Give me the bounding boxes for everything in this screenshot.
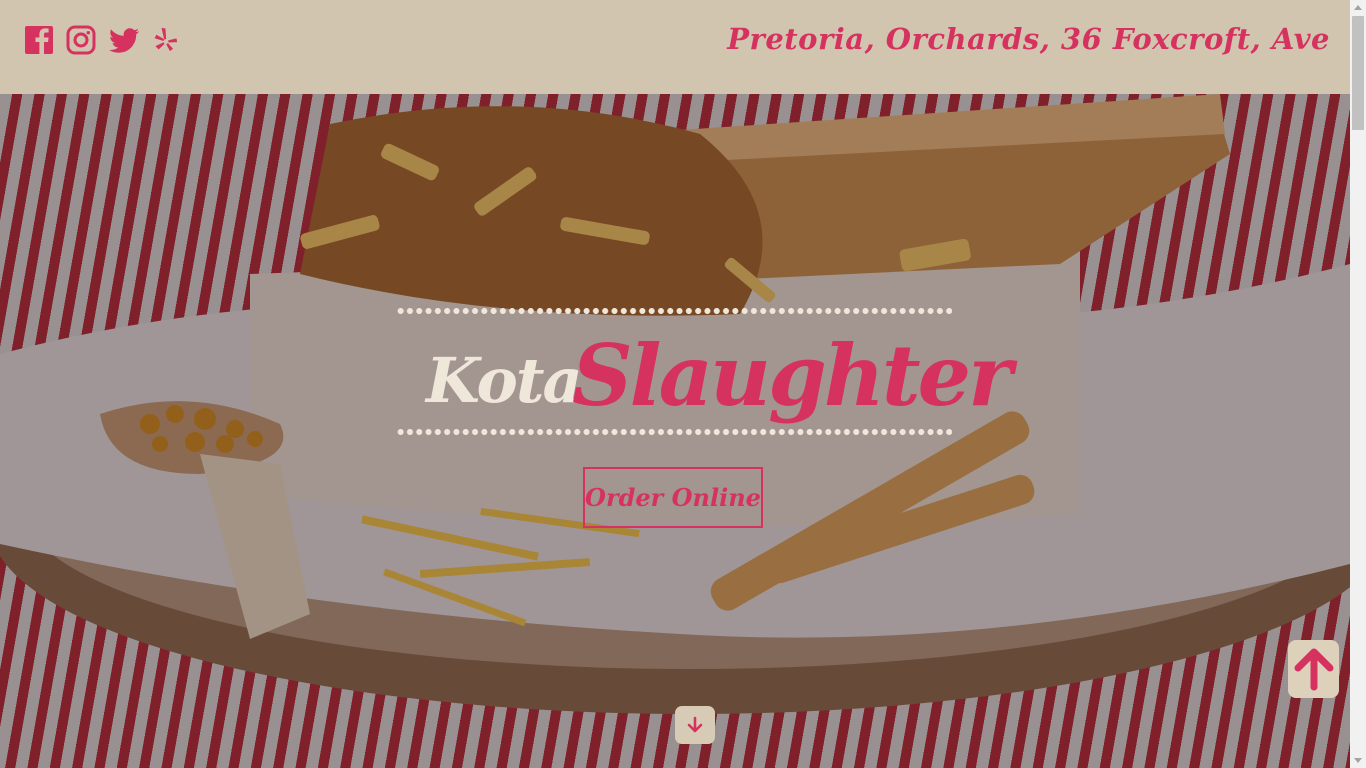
arrow-up-icon <box>1294 648 1333 691</box>
title-slaughter: Slaughter <box>572 326 1012 425</box>
scrollbar-up-arrow[interactable] <box>1354 5 1362 10</box>
facebook-icon[interactable] <box>24 24 54 56</box>
hero-section: Kota Slaughter Order Online <box>0 94 1350 768</box>
scrollbar-down-arrow[interactable] <box>1354 758 1362 763</box>
twitter-icon[interactable] <box>108 24 140 56</box>
title-kota: Kota <box>426 344 583 417</box>
site-title: Kota Slaughter <box>426 326 1012 426</box>
order-online-button[interactable]: Order Online <box>583 467 763 528</box>
title-divider-top <box>396 307 952 315</box>
title-divider-bottom <box>396 428 952 436</box>
scrollbar-thumb[interactable] <box>1352 16 1364 130</box>
arrow-down-icon <box>687 716 703 733</box>
scroll-down-button[interactable] <box>675 706 715 744</box>
instagram-icon[interactable] <box>66 24 96 56</box>
site-header: Pretoria, Orchards, 36 Foxcroft, Ave <box>0 0 1350 94</box>
social-links <box>24 24 178 56</box>
back-to-top-button[interactable] <box>1288 640 1339 698</box>
address-text: Pretoria, Orchards, 36 Foxcroft, Ave <box>727 22 1330 56</box>
yelp-icon[interactable] <box>152 24 178 56</box>
page-scrollbar[interactable] <box>1350 0 1366 768</box>
